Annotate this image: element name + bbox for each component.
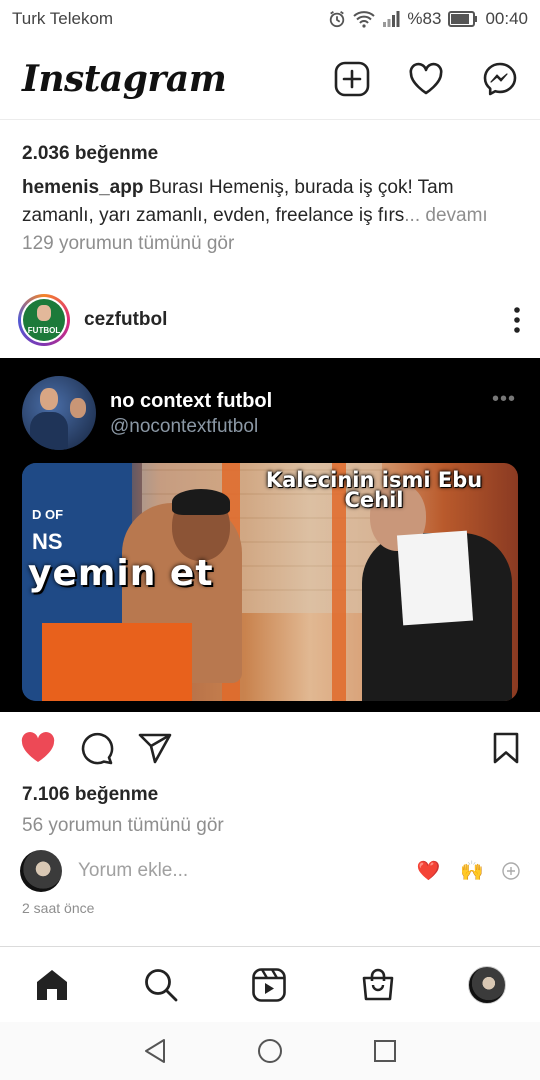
post-timestamp: 2 saat önce xyxy=(22,900,95,916)
previous-post-likes[interactable]: 2.036 beğenme xyxy=(22,143,158,165)
video-bg-text-2: NS xyxy=(32,529,63,554)
post-likes-count[interactable]: 7.106 beğenme xyxy=(22,784,158,806)
reels-icon[interactable] xyxy=(251,967,287,1003)
bottom-navigation xyxy=(0,946,540,1022)
back-icon[interactable] xyxy=(143,1038,167,1064)
comment-input[interactable]: Yorum ekle... xyxy=(78,860,397,882)
post-action-bar xyxy=(0,724,540,772)
profile-avatar[interactable] xyxy=(468,965,506,1004)
post-author-username[interactable]: cezfutbol xyxy=(84,309,512,331)
status-bar: Turk Telekom %83 00:40 xyxy=(0,0,540,38)
wifi-icon xyxy=(353,10,376,28)
caption-more-link[interactable]: ... devamı xyxy=(404,205,487,226)
video-subtitle-top: Kalecinin ismi Ebu Cehil xyxy=(265,468,483,512)
app-header: Instagram xyxy=(0,38,540,120)
previous-post-caption: hemenis_app Burası Hemeniş, burada iş ço… xyxy=(22,174,522,230)
tweet-author-avatar xyxy=(22,376,96,450)
tweet-author-name: no context futbol xyxy=(110,390,273,412)
home-icon[interactable] xyxy=(34,967,70,1003)
battery-icon xyxy=(448,11,478,27)
recents-icon[interactable] xyxy=(373,1039,397,1063)
new-post-icon[interactable] xyxy=(334,61,370,97)
signal-icon xyxy=(382,11,400,27)
alarm-icon xyxy=(328,10,346,28)
clock-time: 00:40 xyxy=(485,9,528,28)
caption-username[interactable]: hemenis_app xyxy=(22,177,143,198)
add-emoji-icon[interactable] xyxy=(502,862,520,880)
add-comment-row: Yorum ekle... ❤️ 🙌 xyxy=(0,848,540,894)
more-options-icon[interactable] xyxy=(512,306,522,334)
post-header: FUTBOL cezfutbol xyxy=(0,290,540,350)
post-media[interactable]: no context futbol @nocontextfutbol ••• D… xyxy=(0,358,540,712)
post-author-avatar[interactable]: FUTBOL xyxy=(18,294,70,346)
post-view-comments[interactable]: 56 yorumun tümünü gör xyxy=(22,815,224,837)
avatar-label: FUTBOL xyxy=(27,326,61,335)
battery-percent: %83 xyxy=(407,9,442,28)
shop-icon[interactable] xyxy=(360,967,396,1003)
save-bookmark-icon[interactable] xyxy=(492,732,520,764)
search-icon[interactable] xyxy=(143,967,179,1003)
tweet-more-icon: ••• xyxy=(492,388,517,410)
video-subtitle-bottom: yemin et xyxy=(28,553,214,594)
share-icon[interactable] xyxy=(138,732,172,764)
heart-icon[interactable] xyxy=(408,62,444,96)
carrier-name: Turk Telekom xyxy=(12,9,114,28)
system-navigation-bar xyxy=(0,1022,540,1080)
current-user-avatar xyxy=(20,850,62,892)
instagram-logo[interactable]: Instagram xyxy=(22,58,334,100)
quick-emoji-heart[interactable]: ❤️ xyxy=(417,859,441,883)
messenger-icon[interactable] xyxy=(482,61,518,97)
like-heart-icon[interactable] xyxy=(20,732,56,764)
quick-emoji-raised-hands[interactable]: 🙌 xyxy=(460,859,484,883)
video-bg-text-1: D OF xyxy=(32,507,64,522)
home-circle-icon[interactable] xyxy=(257,1038,283,1064)
comment-icon[interactable] xyxy=(80,731,114,765)
previous-post-view-comments[interactable]: 129 yorumun tümünü gör xyxy=(22,233,234,255)
tweet-author-handle: @nocontextfutbol xyxy=(110,416,259,437)
